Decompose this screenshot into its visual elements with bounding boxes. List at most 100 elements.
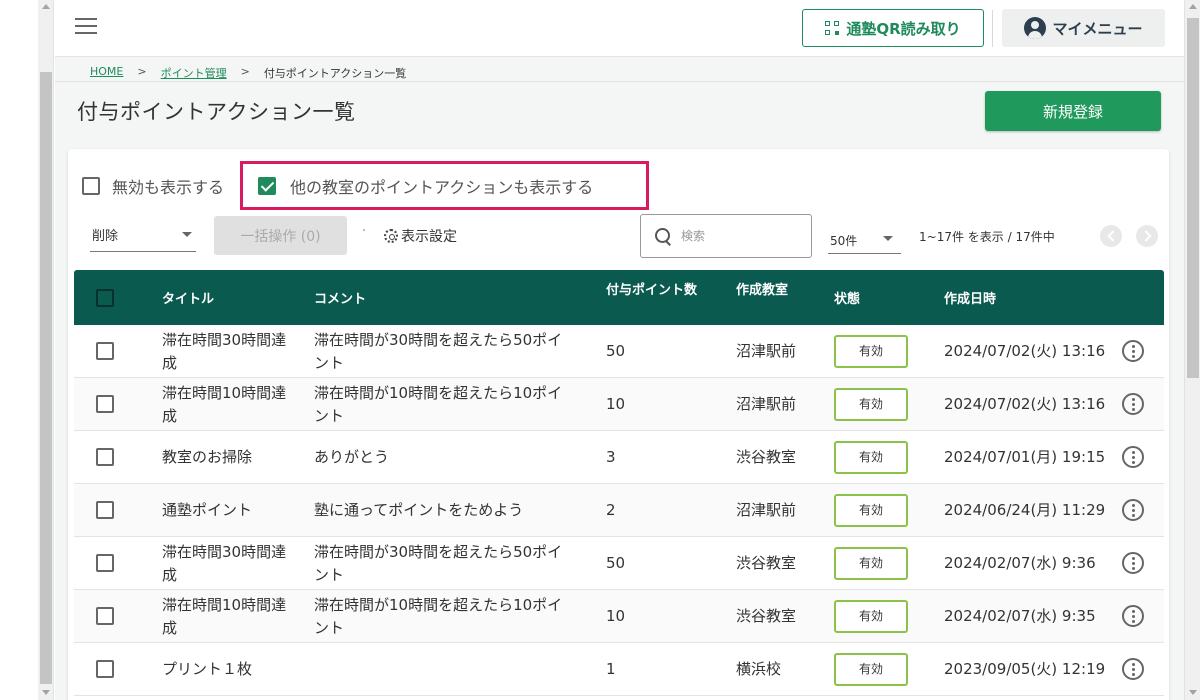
row-points: 1: [606, 660, 616, 678]
row-checkbox[interactable]: [96, 660, 114, 678]
right-scrollbar[interactable]: [1184, 0, 1200, 700]
scrollbar-thumb[interactable]: [1187, 18, 1199, 378]
search-icon: [655, 228, 671, 244]
bulk-action-select[interactable]: 削除: [90, 221, 196, 252]
row-points: 10: [606, 607, 626, 625]
column-header-status[interactable]: 状態: [834, 288, 860, 307]
show-other-rooms-checkbox[interactable]: [258, 177, 276, 195]
show-other-rooms-filter[interactable]: 他の教室のポイントアクションも表示する: [258, 174, 593, 198]
row-checkbox[interactable]: [96, 342, 114, 360]
table-row[interactable]: 滞在時間30時間達成 滞在時間が30時間を超えたら50ポイント 50 渋谷教室 有効 20…: [74, 537, 1164, 590]
row-checkbox[interactable]: [96, 554, 114, 572]
scroll-up-arrow-icon[interactable]: [1189, 4, 1197, 9]
more-options-icon[interactable]: [1122, 393, 1144, 415]
breadcrumb: HOME > ポイント管理 > 付与ポイントアクション一覧: [90, 65, 406, 81]
table-body: 滞在時間30時間達成 滞在時間が30時間を超えたら50ポイント 50 沼津駅前 有効 20…: [74, 325, 1164, 696]
table-row[interactable]: 滞在時間10時間達成 滞在時間が10時間を超えたら10ポイント 10 沼津駅前 有効 20…: [74, 378, 1164, 431]
breadcrumb-divider: [55, 81, 1184, 82]
left-margin: [0, 0, 38, 700]
row-created: 2024/02/07(水) 9:36: [944, 554, 1096, 572]
hamburger-menu-icon[interactable]: [75, 18, 97, 36]
row-checkbox[interactable]: [96, 607, 114, 625]
more-options-icon[interactable]: [1122, 340, 1144, 362]
chevron-down-icon: [182, 232, 192, 237]
row-comment: 滞在時間が30時間を超えたら50ポイント: [314, 543, 563, 584]
row-title: 滞在時間30時間達成: [162, 331, 287, 372]
left-scrollbar[interactable]: [38, 0, 54, 700]
prev-page-icon[interactable]: [1100, 225, 1122, 247]
row-points: 10: [606, 395, 626, 413]
column-header-comment[interactable]: コメント: [314, 288, 366, 307]
show-disabled-filter[interactable]: 無効も表示する: [82, 174, 224, 198]
topbar-divider: [992, 10, 993, 47]
next-page-icon[interactable]: [1136, 225, 1158, 247]
per-page-value: 50件: [830, 234, 858, 248]
bulk-operation-button[interactable]: 一括操作 (0): [214, 216, 347, 255]
top-bar: 通塾QR読み取り マイメニュー: [55, 0, 1184, 57]
column-header-title[interactable]: タイトル: [162, 288, 214, 307]
qr-code-icon: [825, 21, 840, 35]
row-created: 2024/06/24(月) 11:29: [944, 501, 1106, 519]
display-settings-button[interactable]: 表示設定: [384, 226, 457, 246]
status-badge: 有効: [834, 494, 908, 527]
show-disabled-checkbox[interactable]: [82, 177, 100, 195]
status-badge: 有効: [834, 653, 908, 686]
row-created: 2024/02/07(水) 9:35: [944, 607, 1096, 625]
search-input[interactable]: [681, 229, 791, 243]
more-options-icon[interactable]: [1122, 658, 1144, 680]
row-created: 2024/07/01(月) 19:15: [944, 448, 1106, 466]
new-register-button[interactable]: 新規登録: [985, 91, 1161, 131]
row-comment: 滞在時間が30時間を超えたら50ポイント: [314, 331, 563, 372]
row-created: 2024/07/02(火) 13:16: [944, 395, 1106, 413]
bulk-action-value: 削除: [92, 229, 119, 244]
status-badge: 有効: [834, 441, 908, 474]
row-title: 滞在時間10時間達成: [162, 596, 287, 637]
row-room: 沼津駅前: [736, 395, 797, 413]
table-header: タイトル コメント 付与ポイント数 作成教室 状態 作成日時: [74, 270, 1164, 325]
breadcrumb-point-mgmt-link[interactable]: ポイント管理: [161, 65, 227, 81]
row-points: 2: [606, 501, 616, 519]
table-row[interactable]: 滞在時間30時間達成 滞在時間が30時間を超えたら50ポイント 50 沼津駅前 有効 20…: [74, 325, 1164, 378]
scroll-down-arrow-icon[interactable]: [1189, 690, 1197, 695]
more-options-icon[interactable]: [1122, 605, 1144, 627]
scroll-up-arrow-icon[interactable]: [42, 4, 50, 9]
row-checkbox[interactable]: [96, 448, 114, 466]
row-checkbox[interactable]: [96, 395, 114, 413]
table-row[interactable]: プリント１枚 1 横浜校 有効 2023/09/05(火) 12:19: [74, 643, 1164, 696]
search-field[interactable]: [640, 214, 812, 258]
scroll-down-arrow-icon[interactable]: [42, 690, 50, 695]
column-header-room[interactable]: 作成教室: [736, 279, 788, 298]
column-header-created[interactable]: 作成日時: [944, 288, 996, 307]
show-other-rooms-label: 他の教室のポイントアクションも表示する: [290, 178, 594, 197]
column-header-points[interactable]: 付与ポイント数: [606, 279, 697, 298]
select-all-checkbox[interactable]: [96, 289, 114, 307]
row-points: 3: [606, 448, 616, 466]
row-comment: 滞在時間が10時間を超えたら10ポイント: [314, 596, 563, 637]
more-options-icon[interactable]: [1122, 552, 1144, 574]
table-row[interactable]: 教室のお掃除 ありがとう 3 渋谷教室 有効 2024/07/01(月) 19:15: [74, 431, 1164, 484]
row-room: 横浜校: [736, 660, 782, 678]
breadcrumb-current: 付与ポイントアクション一覧: [263, 67, 407, 80]
breadcrumb-home-link[interactable]: HOME: [90, 65, 123, 81]
row-comment: 滞在時間が10時間を超えたら10ポイント: [314, 384, 563, 425]
qr-scan-button[interactable]: 通塾QR読み取り: [802, 9, 984, 47]
qr-scan-label: 通塾QR読み取り: [846, 19, 961, 38]
row-title: プリント１枚: [162, 660, 253, 678]
more-options-icon[interactable]: [1122, 499, 1144, 521]
row-room: 渋谷教室: [736, 448, 797, 466]
pagination-range: 1~17件 を表示 / 17件中: [919, 230, 1055, 244]
row-title: 教室のお掃除: [162, 448, 253, 466]
row-room: 渋谷教室: [736, 607, 797, 625]
table-row[interactable]: 通塾ポイント 塾に通ってポイントをためよう 2 沼津駅前 有効 2024/06/24(月)…: [74, 484, 1164, 537]
table-row[interactable]: 滞在時間10時間達成 滞在時間が10時間を超えたら10ポイント 10 渋谷教室 有効 20…: [74, 590, 1164, 643]
status-badge: 有効: [834, 547, 908, 580]
more-options-icon[interactable]: [1122, 446, 1144, 468]
row-comment: 塾に通ってポイントをためよう: [314, 501, 524, 519]
user-avatar-icon: [1024, 17, 1047, 39]
row-title: 通塾ポイント: [162, 501, 253, 519]
my-menu-button[interactable]: マイメニュー: [1002, 9, 1165, 47]
per-page-select[interactable]: 50件: [828, 226, 901, 254]
row-checkbox[interactable]: [96, 501, 114, 519]
scrollbar-thumb[interactable]: [40, 72, 52, 684]
row-title: 滞在時間10時間達成: [162, 384, 287, 425]
